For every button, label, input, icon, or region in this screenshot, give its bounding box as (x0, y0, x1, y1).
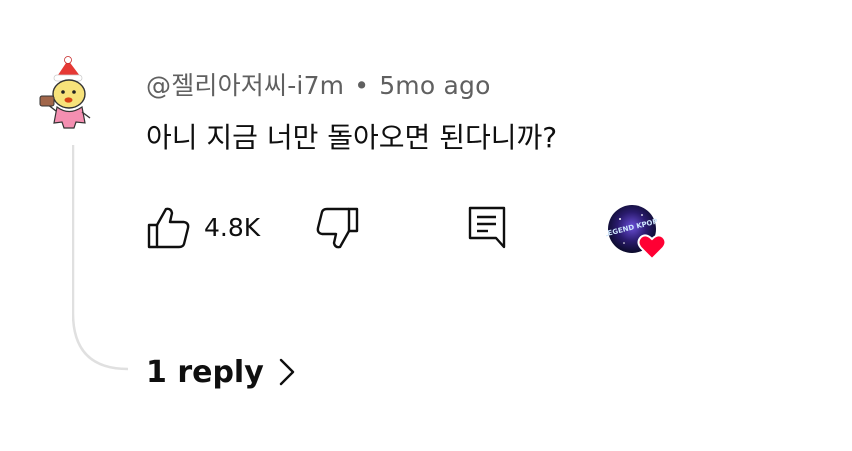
comment-text: 아니 지금 너만 돌아오면 된다니까? (146, 121, 558, 154)
comment-meta: @젤리아저씨-i7m • 5mo ago (146, 66, 491, 102)
comment-author[interactable]: @젤리아저씨-i7m (146, 71, 344, 100)
view-replies-button[interactable]: 1 reply (146, 350, 296, 394)
dislike-button[interactable] (314, 205, 360, 251)
comment-timestamp[interactable]: 5mo ago (379, 71, 490, 100)
creator-avatar: LEGEND KPOP (603, 205, 667, 261)
commenter-avatar[interactable] (38, 56, 104, 136)
comment-reply-icon (468, 206, 506, 249)
like-count: 4.8K (204, 213, 261, 242)
meta-separator: • (354, 71, 370, 100)
creator-heart-badge: LEGEND KPOP (603, 205, 670, 261)
like-button[interactable] (146, 205, 192, 251)
thumbs-down-icon (316, 207, 359, 249)
reply-button[interactable] (466, 205, 508, 251)
replies-label: 1 reply (146, 354, 264, 390)
chevron-right-icon (279, 358, 294, 386)
heart-icon (637, 234, 667, 261)
comment-action-bar: 4.8K LEGEND KPOP (146, 205, 706, 261)
thumbs-up-icon (147, 207, 190, 249)
thread-connector (72, 145, 129, 371)
